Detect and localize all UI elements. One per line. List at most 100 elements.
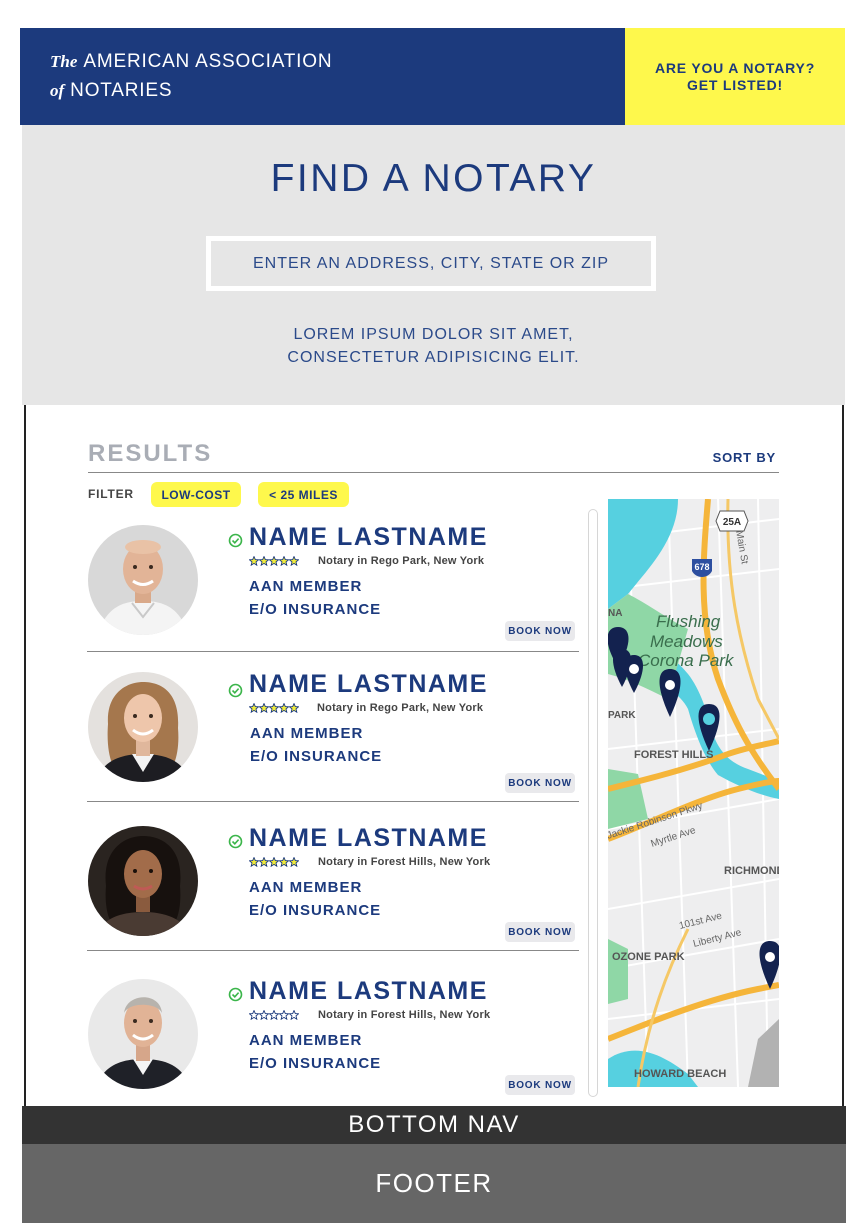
filter-chip-distance[interactable]: < 25 MILES xyxy=(258,482,349,507)
results-map[interactable]: 25A 678 Flushing Meadows Corona Park NA … xyxy=(608,499,779,1087)
avatar xyxy=(88,826,198,936)
star-icon xyxy=(279,556,289,566)
brand-italic-the: The xyxy=(50,52,78,71)
star-rating xyxy=(249,1010,299,1021)
star-icon xyxy=(289,703,299,713)
book-now-button[interactable]: BOOK NOW xyxy=(505,621,575,641)
star-icon xyxy=(259,703,269,713)
star-icon xyxy=(269,556,279,566)
brand-logo[interactable]: The AMERICAN ASSOCIATION of NOTARIES xyxy=(20,28,625,125)
page-title: FIND A NOTARY xyxy=(270,157,597,200)
star-icon xyxy=(289,1010,299,1020)
map-label-park: PARK xyxy=(608,710,636,721)
verified-check-icon xyxy=(228,987,243,1002)
avatar xyxy=(88,525,198,635)
results-heading: RESULTS xyxy=(88,440,213,467)
cta-line-1: ARE YOU A NOTARY? xyxy=(654,59,816,76)
book-now-button[interactable]: BOOK NOW xyxy=(505,773,575,793)
map-label-howard-beach: HOWARD BEACH xyxy=(634,1068,726,1080)
star-icon xyxy=(269,703,279,713)
star-icon xyxy=(289,556,299,566)
star-icon xyxy=(259,1010,269,1020)
star-icon xyxy=(269,1010,279,1020)
cta-line-2: GET LISTED! xyxy=(687,76,783,93)
get-listed-button[interactable]: ARE YOU A NOTARY? GET LISTED! xyxy=(625,28,845,125)
membership-label: AAN MEMBER xyxy=(250,725,364,742)
brand-name-2: NOTARIES xyxy=(70,80,173,101)
notary-location: Notary in Forest Hills, New York xyxy=(318,856,491,868)
location-search-input[interactable] xyxy=(211,241,651,286)
brand-italic-of: of xyxy=(50,81,65,100)
listing-card[interactable]: NAME LASTNAME Notary in Rego Park, New Y… xyxy=(87,670,579,800)
map-label-flushing: Flushing xyxy=(656,612,721,631)
listing-card[interactable]: NAME LASTNAME Notary in Forest Hills, Ne… xyxy=(87,977,579,1107)
brand-line-2: of NOTARIES xyxy=(50,76,625,105)
insurance-label: E/O INSURANCE xyxy=(249,1055,382,1072)
book-now-button[interactable]: BOOK NOW xyxy=(505,922,575,942)
listing-divider xyxy=(87,651,579,652)
star-icon xyxy=(279,1010,289,1020)
results-scrollbar[interactable] xyxy=(588,509,598,1097)
star-icon xyxy=(249,1010,259,1020)
star-icon xyxy=(269,857,279,867)
insurance-label: E/O INSURANCE xyxy=(249,601,382,618)
star-icon xyxy=(249,556,259,566)
avatar xyxy=(88,979,198,1089)
star-rating xyxy=(249,703,299,714)
notary-name[interactable]: NAME LASTNAME xyxy=(249,523,488,552)
sort-by-button[interactable]: SORT BY xyxy=(713,450,776,465)
star-icon xyxy=(249,857,259,867)
results-panel: RESULTS SORT BY FILTER LOW-COST < 25 MIL… xyxy=(24,405,844,1107)
listing-divider xyxy=(87,950,579,951)
star-rating xyxy=(249,857,299,868)
star-icon xyxy=(289,857,299,867)
filter-label: FILTER xyxy=(88,487,134,501)
verified-check-icon xyxy=(228,683,243,698)
map-label-ozone-park: OZONE PARK xyxy=(612,951,685,963)
hero-description: LOREM IPSUM DOLOR SIT AMET, CONSECTETUR … xyxy=(22,323,845,369)
search-box xyxy=(206,236,656,291)
star-icon xyxy=(259,857,269,867)
results-divider xyxy=(88,472,779,473)
insurance-label: E/O INSURANCE xyxy=(250,748,383,765)
book-now-button[interactable]: BOOK NOW xyxy=(505,1075,575,1095)
route-678-label: 678 xyxy=(694,562,709,572)
footer: FOOTER xyxy=(22,1144,846,1223)
membership-label: AAN MEMBER xyxy=(249,578,363,595)
insurance-label: E/O INSURANCE xyxy=(249,902,382,919)
listing-card[interactable]: NAME LASTNAME Notary in Forest Hills, Ne… xyxy=(87,824,579,954)
notary-name[interactable]: NAME LASTNAME xyxy=(249,977,488,1006)
notary-location: Notary in Rego Park, New York xyxy=(317,702,484,714)
map-label-na: NA xyxy=(608,608,622,619)
star-icon xyxy=(279,703,289,713)
site-header: The AMERICAN ASSOCIATION of NOTARIES ARE Y… xyxy=(20,28,845,125)
map-label-forest-hills: FOREST HILLS xyxy=(634,749,713,761)
route-25a-label: 25A xyxy=(723,517,741,528)
membership-label: AAN MEMBER xyxy=(249,879,363,896)
notary-location: Notary in Forest Hills, New York xyxy=(318,1009,491,1021)
notary-location: Notary in Rego Park, New York xyxy=(318,555,485,567)
verified-check-icon xyxy=(228,533,243,548)
avatar xyxy=(88,672,198,782)
brand-name-1: AMERICAN ASSOCIATION xyxy=(83,51,333,72)
star-icon xyxy=(259,556,269,566)
bottom-nav[interactable]: BOTTOM NAV xyxy=(22,1106,846,1144)
notary-name[interactable]: NAME LASTNAME xyxy=(249,670,488,699)
hero-text-line-1: LOREM IPSUM DOLOR SIT AMET, xyxy=(293,326,574,343)
listing-divider xyxy=(87,801,579,802)
brand-line-1: The AMERICAN ASSOCIATION xyxy=(50,47,625,76)
hero-section: FIND A NOTARY LOREM IPSUM DOLOR SIT AMET… xyxy=(22,125,845,405)
map-label-richmond-hill: RICHMOND HILL xyxy=(724,865,779,877)
map-canvas: 25A 678 Flushing Meadows Corona Park NA … xyxy=(608,499,779,1087)
star-rating xyxy=(249,556,299,567)
map-label-meadows: Meadows xyxy=(650,632,723,651)
membership-label: AAN MEMBER xyxy=(249,1032,363,1049)
notary-name[interactable]: NAME LASTNAME xyxy=(249,824,488,853)
star-icon xyxy=(249,703,259,713)
listing-card[interactable]: NAME LASTNAME Notary in Rego Park, New Y… xyxy=(87,523,579,653)
star-icon xyxy=(279,857,289,867)
map-label-corona-park: Corona Park xyxy=(638,651,735,670)
hero-text-line-2: CONSECTETUR ADIPISICING ELIT. xyxy=(287,349,580,366)
verified-check-icon xyxy=(228,834,243,849)
filter-chip-low-cost[interactable]: LOW-COST xyxy=(151,482,241,507)
